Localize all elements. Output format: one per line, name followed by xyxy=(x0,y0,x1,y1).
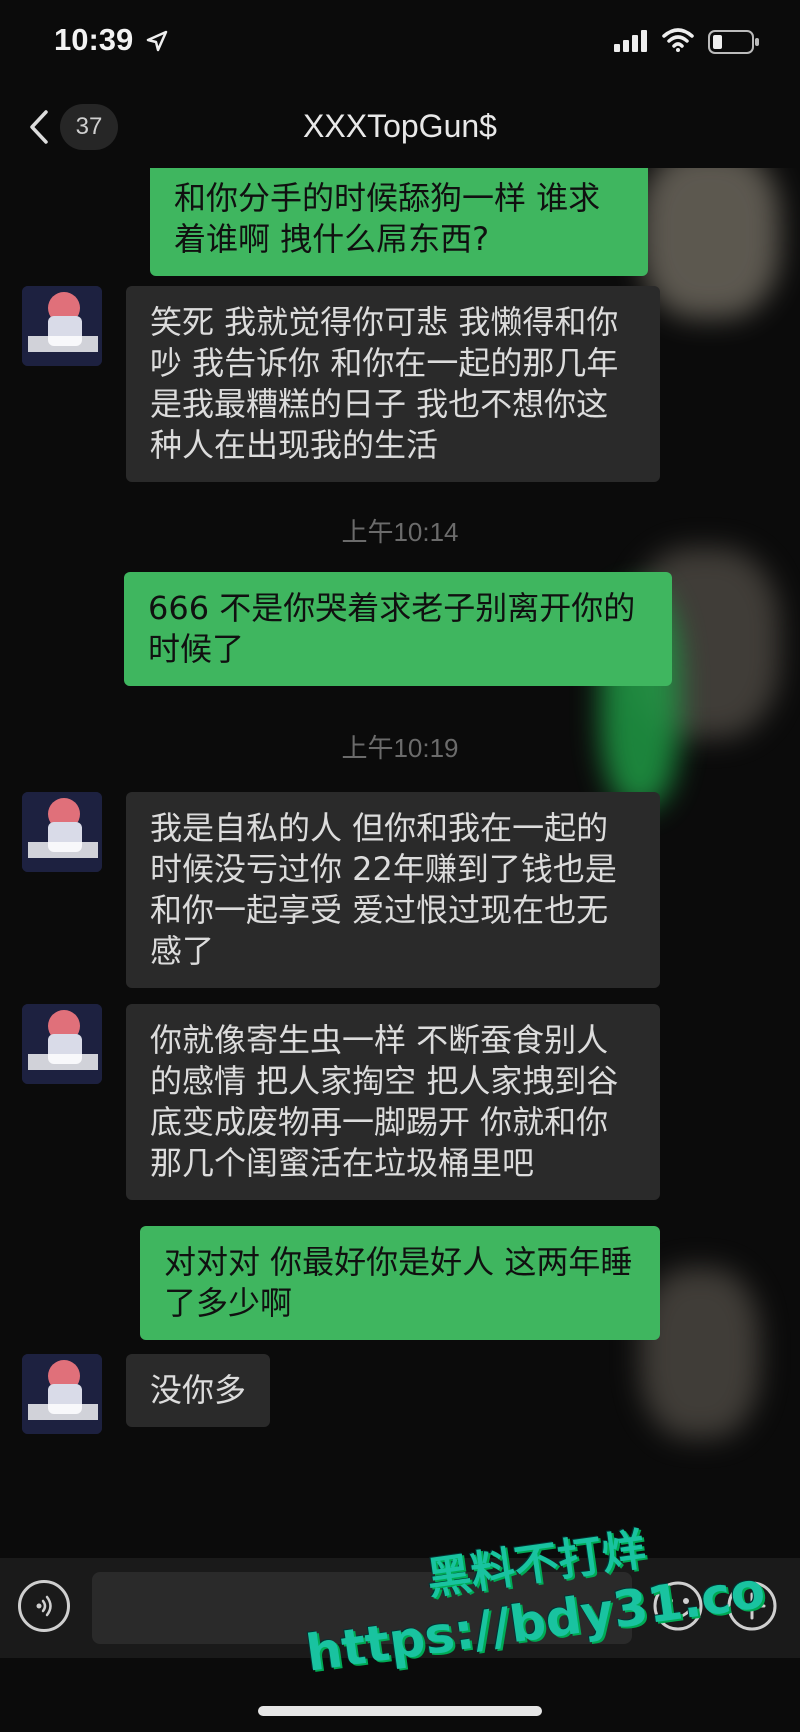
message-bubble-received[interactable]: 没你多 xyxy=(126,1354,271,1427)
home-indicator[interactable] xyxy=(258,1706,542,1716)
chat-title: XXXTopGun$ xyxy=(303,108,497,144)
message-bubble-received[interactable]: 你就像寄生虫一样 不断蚕食别人的感情 把人家掏空 把人家拽到谷底变成废物再一脚踢… xyxy=(126,1004,660,1200)
wifi-icon xyxy=(662,28,694,52)
avatar-image-icon xyxy=(22,792,102,872)
avatar-image-icon xyxy=(22,1004,102,1084)
message-bubble-sent[interactable]: 和你分手的时候舔狗一样 谁求着谁啊 拽什么屌东西? xyxy=(150,168,648,276)
voice-icon xyxy=(36,1595,52,1617)
signal-icon xyxy=(614,30,647,52)
avatar[interactable] xyxy=(22,1354,102,1434)
chat-header: 37 XXXTopGun$ xyxy=(0,88,800,168)
status-bar: 10:39 xyxy=(0,0,800,88)
timestamp: 上午10:19 xyxy=(341,733,459,763)
message-bubble-received[interactable]: 我是自私的人 但你和我在一起的时候没亏过你 22年赚到了钱也是和你一起享受 爱过… xyxy=(126,792,660,988)
message-bubble-received[interactable]: 笑死 我就觉得你可悲 我懒得和你吵 我告诉你 和你在一起的那几年 是我最糟糕的日… xyxy=(126,286,660,482)
avatar[interactable] xyxy=(22,1004,102,1084)
chat-area[interactable]: 和你分手的时候舔狗一样 谁求着谁啊 拽什么屌东西? 笑死 我就觉得你可悲 我懒得… xyxy=(0,168,800,1558)
avatar[interactable] xyxy=(22,286,102,366)
message-bubble-sent[interactable]: 666 不是你哭着求老子别离开你的时候了 xyxy=(124,572,672,686)
avatar-image-icon xyxy=(22,1354,102,1434)
location-arrow-icon xyxy=(146,30,168,52)
status-time: 10:39 xyxy=(54,22,134,57)
voice-button[interactable] xyxy=(18,1580,70,1632)
redaction-smudge xyxy=(640,168,780,318)
avatar-image-icon xyxy=(22,286,102,366)
timestamp: 上午10:14 xyxy=(341,517,459,547)
battery-icon xyxy=(708,30,759,54)
avatar[interactable] xyxy=(22,792,102,872)
message-bubble-sent[interactable]: 对对对 你最好你是好人 这两年睡了多少啊 xyxy=(140,1226,660,1340)
